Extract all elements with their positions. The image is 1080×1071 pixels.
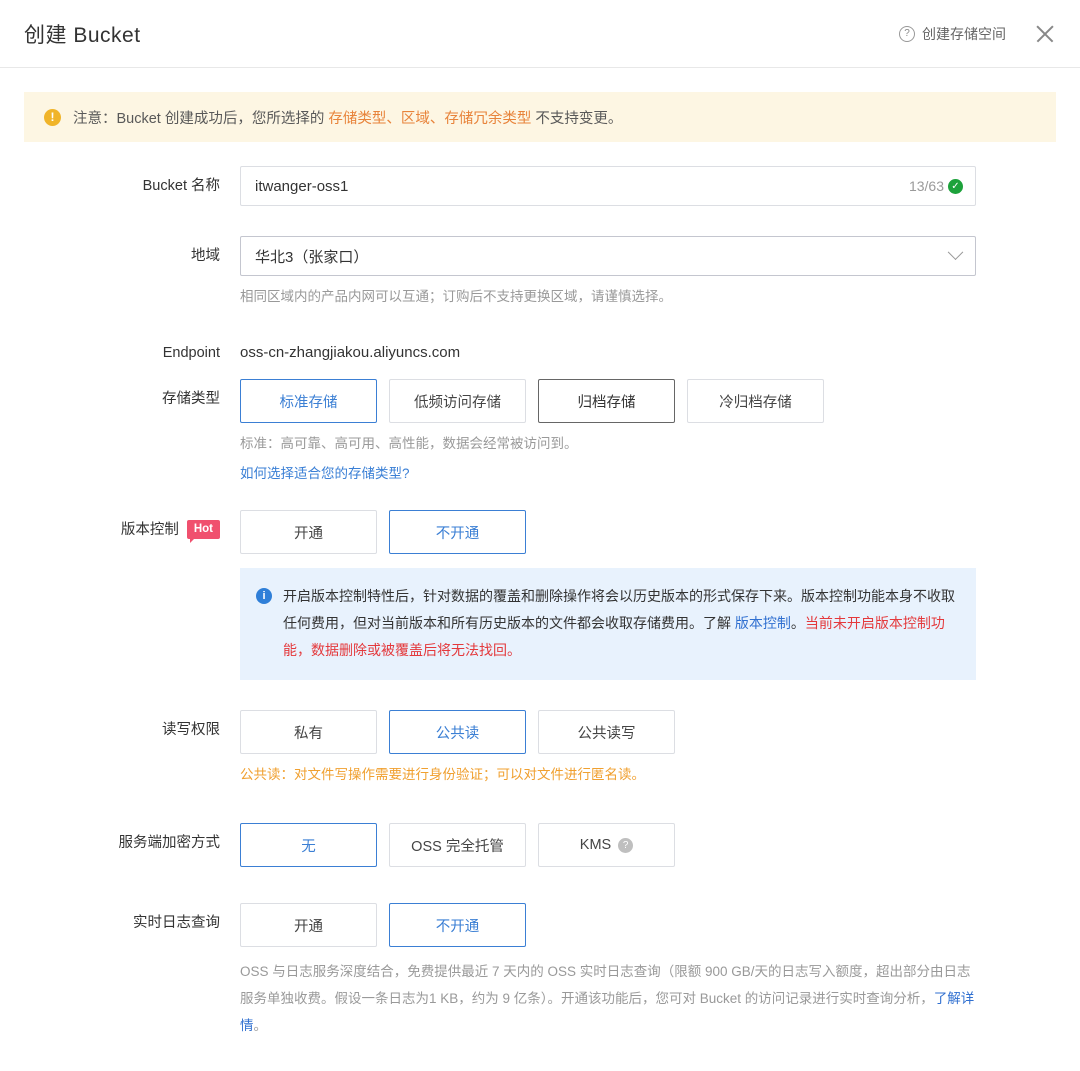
acl-option-private[interactable]: 私有 [240,710,377,754]
close-icon[interactable] [1032,21,1058,47]
notice-banner: ! 注意：Bucket 创建成功后，您所选择的 存储类型、区域、存储冗余类型 不… [24,92,1056,142]
chevron-down-icon [947,243,964,260]
notice-suffix: 不支持变更。 [531,110,623,127]
encryption-label: 服务端加密方式 [118,835,221,851]
acl-option-public-read-write[interactable]: 公共读写 [538,710,675,754]
storage-class-option-standard[interactable]: 标准存储 [240,379,377,423]
storage-class-option-ia[interactable]: 低频访问存储 [389,379,526,423]
storage-class-options: 标准存储 低频访问存储 归档存储 冷归档存储 [240,379,1056,423]
header-actions: ? 创建存储空间 [899,21,1058,47]
realtime-log-option-disable[interactable]: 不开通 [389,903,526,947]
realtime-log-hint: OSS 与日志服务深度结合，免费提供最近 7 天内的 OSS 实时日志查询（限额… [240,958,980,1039]
storage-class-option-cold-archive[interactable]: 冷归档存储 [687,379,824,423]
realtime-log-hint-part2: 。 [253,1018,268,1033]
realtime-log-options: 开通 不开通 [240,903,1056,947]
help-link-label: 创建存储空间 [922,25,1006,42]
versioning-info-text: 开启版本控制特性后，针对数据的覆盖和删除操作将会以历史版本的形式保存下来。版本控… [283,583,958,664]
encryption-option-none[interactable]: 无 [240,823,377,867]
acl-options: 私有 公共读 公共读写 [240,710,1056,754]
versioning-info-part2: 。 [790,615,805,631]
form-row-storage-class: 存储类型 标准存储 低频访问存储 归档存储 冷归档存储 标准：高可靠、高可用、高… [24,379,1056,486]
acl-label: 读写权限 [162,722,220,738]
page-title: 创建 Bucket [24,23,141,47]
form-row-region: 地域 华北3（张家口） 相同区域内的产品内网可以互通；订购后不支持更换区域，请谨… [24,236,1056,309]
realtime-log-hint-part1: OSS 与日志服务深度结合，免费提供最近 7 天内的 OSS 实时日志查询（限额… [240,964,971,1006]
realtime-log-label: 实时日志查询 [133,915,220,931]
info-circle-icon: i [256,588,272,604]
versioning-label-wrap: 版本控制 Hot [24,510,240,550]
notice-prefix: 注意：Bucket 创建成功后，您所选择的 [73,110,329,127]
bucket-name-counter: 13/63 [908,178,944,194]
storage-class-option-archive[interactable]: 归档存储 [538,379,675,423]
question-circle-icon: ? [899,25,915,42]
versioning-info-link[interactable]: 版本控制 [735,615,791,631]
warning-icon: ! [44,108,61,126]
storage-class-hint: 标准：高可靠、高可用、高性能，数据会经常被访问到。 [240,436,578,451]
notice-highlight: 存储类型、区域、存储冗余类型 [328,110,532,127]
form-row-endpoint: Endpoint oss-cn-zhangjiakou.aliyuncs.com [24,333,1056,373]
bucket-name-input[interactable] [255,177,909,195]
encryption-option-kms-label: KMS [579,837,612,853]
encryption-options: 无 OSS 完全托管 KMS ? [240,823,1056,867]
versioning-options: 开通 不开通 [240,510,1056,554]
versioning-option-enable[interactable]: 开通 [240,510,377,554]
bucket-name-label: Bucket 名称 [142,178,220,194]
notice-text: 注意：Bucket 创建成功后，您所选择的 存储类型、区域、存储冗余类型 不支持… [73,107,622,128]
form-row-bucket-name: Bucket 名称 13/63 ✓ [24,166,1056,206]
versioning-info-box: i 开启版本控制特性后，针对数据的覆盖和删除操作将会以历史版本的形式保存下来。版… [240,568,976,680]
create-bucket-form: Bucket 名称 13/63 ✓ 地域 华北3（张家口） 相同区域内的产品内网… [0,142,1080,1039]
region-hint: 相同区域内的产品内网可以互通；订购后不支持更换区域，请谨慎选择。 [240,289,672,304]
help-link[interactable]: ? 创建存储空间 [899,24,1006,44]
region-select-value: 华北3（张家口） [255,248,369,266]
versioning-label: 版本控制 [120,522,179,538]
realtime-log-option-enable[interactable]: 开通 [240,903,377,947]
region-select[interactable]: 华北3（张家口） [240,236,976,276]
bucket-name-field[interactable]: 13/63 ✓ [240,166,976,206]
check-circle-icon: ✓ [948,178,963,194]
form-row-realtime-log: 实时日志查询 开通 不开通 OSS 与日志服务深度结合，免费提供最近 7 天内的… [24,903,1056,1039]
acl-hint: 公共读：对文件写操作需要进行身份验证；可以对文件进行匿名读。 [240,767,645,782]
region-label: 地域 [191,248,220,264]
help-circle-icon[interactable]: ? [618,837,634,853]
endpoint-value: oss-cn-zhangjiakou.aliyuncs.com [240,344,461,361]
encryption-option-kms[interactable]: KMS ? [538,823,675,867]
acl-option-public-read[interactable]: 公共读 [389,710,526,754]
encryption-option-oss-managed[interactable]: OSS 完全托管 [389,823,526,867]
storage-class-label: 存储类型 [162,391,220,407]
versioning-option-disable[interactable]: 不开通 [389,510,526,554]
form-row-acl: 读写权限 私有 公共读 公共读写 公共读：对文件写操作需要进行身份验证；可以对文… [24,710,1056,787]
hot-badge: Hot [186,519,220,543]
dialog-header: 创建 Bucket ? 创建存储空间 [0,0,1080,68]
form-row-encryption: 服务端加密方式 无 OSS 完全托管 KMS ? [24,823,1056,867]
endpoint-label: Endpoint [162,345,220,361]
storage-class-help-link[interactable]: 如何选择适合您的存储类型? [240,462,980,486]
form-row-versioning: 版本控制 Hot 开通 不开通 i 开启版本控制特性后，针对数据的覆盖和删除操作… [24,510,1056,680]
